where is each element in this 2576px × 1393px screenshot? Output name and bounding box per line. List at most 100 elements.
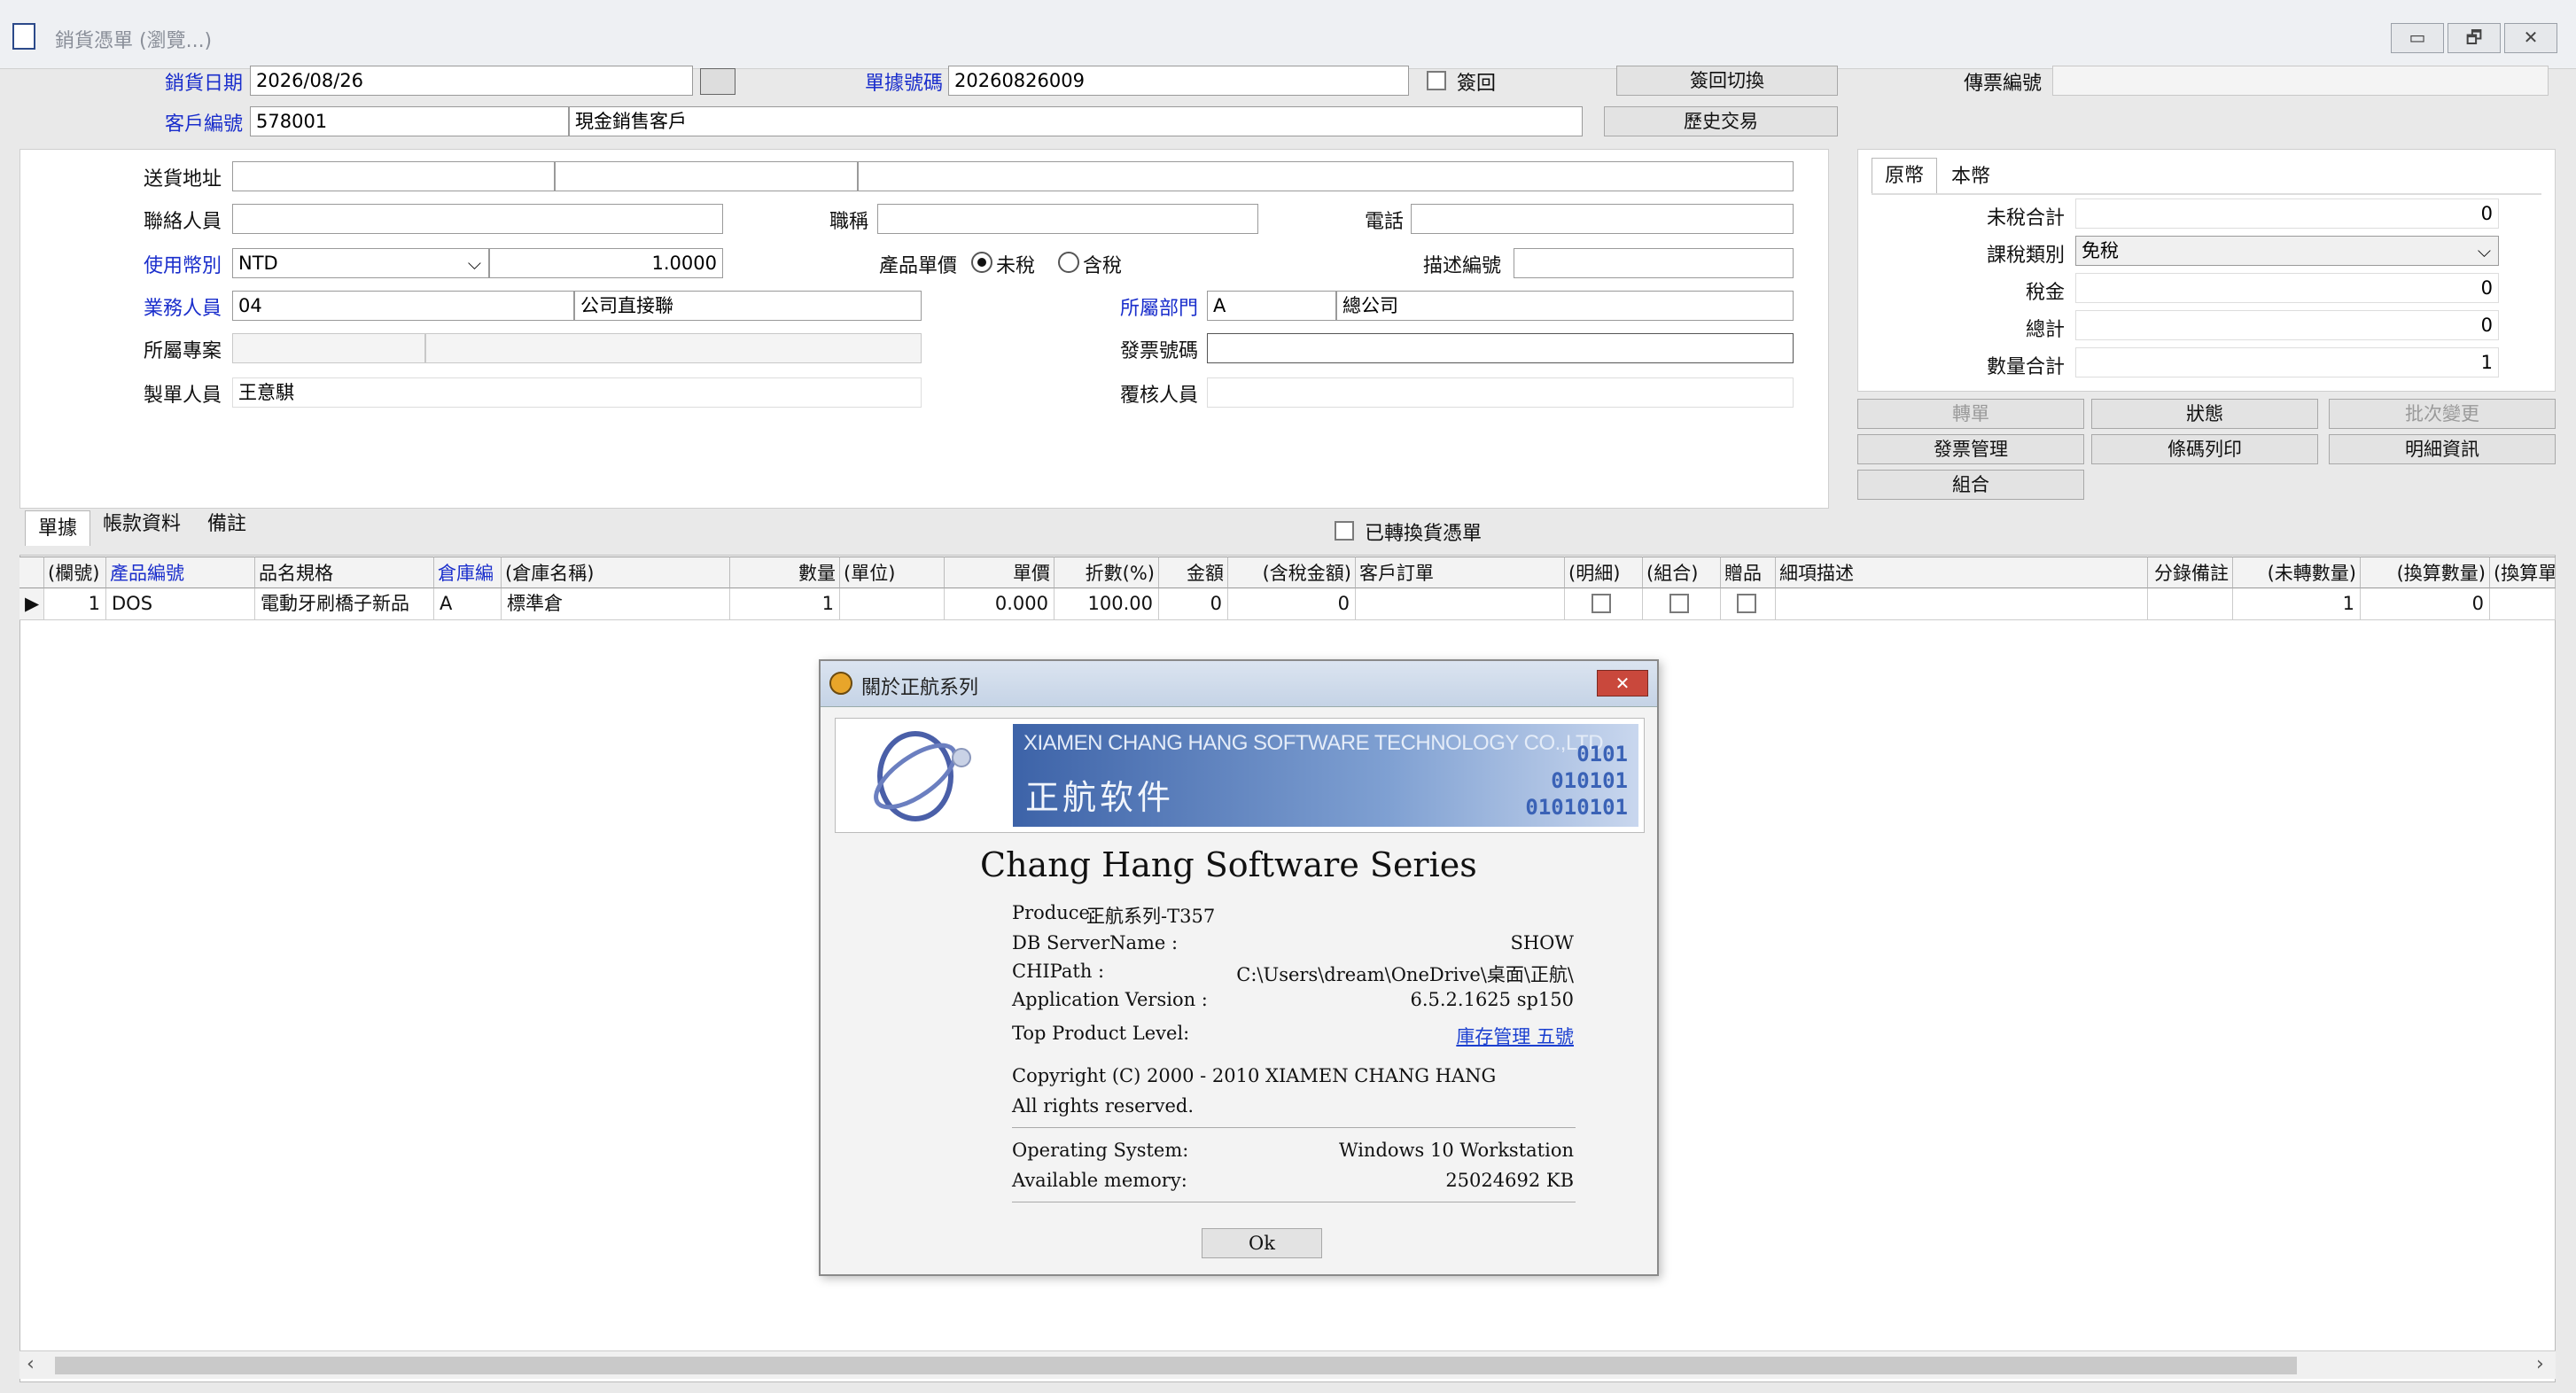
detail-info-button[interactable]: 明細資訊 (2329, 434, 2556, 464)
invoice-field[interactable] (1207, 333, 1794, 363)
col-product[interactable]: 產品編號 (106, 556, 255, 588)
ship-addr-field[interactable] (232, 161, 555, 191)
col-unit[interactable]: (單位) (840, 556, 945, 588)
minimize-button[interactable]: ▭ (2391, 23, 2444, 53)
cell-name[interactable]: 電動牙刷橋子新品 (255, 588, 434, 620)
cell-customer-order[interactable] (1356, 588, 1565, 620)
col-amount-tax[interactable]: (含稅金額) (1228, 556, 1356, 588)
cell-unconverted[interactable]: 1 (2233, 588, 2361, 620)
sales-code-field[interactable]: 04 (232, 291, 574, 321)
chevron-down-icon: ⌵ (467, 253, 481, 274)
cell-price[interactable]: 0.000 (945, 588, 1055, 620)
cell-unit[interactable] (840, 588, 945, 620)
col-converted-qty[interactable]: (換算數量) (2361, 556, 2490, 588)
signback-switch-button[interactable]: 簽回切換 (1616, 66, 1838, 96)
col-wh-name[interactable]: (倉庫名稱) (502, 556, 730, 588)
chevron-down-icon: ⌵ (2477, 240, 2491, 261)
ship-addr-field-3[interactable] (858, 161, 1794, 191)
cell-wh-name[interactable]: 標準倉 (502, 588, 730, 620)
detail-checkbox[interactable] (1592, 594, 1611, 613)
date-field[interactable]: 2026/08/26 (250, 66, 693, 96)
invoice-mgmt-button[interactable]: 發票管理 (1857, 434, 2084, 464)
cell-item-desc[interactable] (1776, 588, 2148, 620)
converted-checkbox[interactable] (1335, 521, 1354, 541)
col-item-desc[interactable]: 細項描述 (1776, 556, 2148, 588)
barcode-print-button[interactable]: 條碼列印 (2091, 434, 2318, 464)
cell-amount-tax[interactable]: 0 (1228, 588, 1356, 620)
taxtype-label: 課稅類別 (1986, 245, 2065, 267)
combine-button[interactable]: 組合 (1857, 470, 2084, 500)
phone-field[interactable] (1411, 204, 1794, 234)
total-field: 0 (2075, 310, 2499, 340)
history-button[interactable]: 歷史交易 (1604, 106, 1838, 136)
title-field[interactable] (877, 204, 1258, 234)
dept-code-field[interactable]: A (1207, 291, 1336, 321)
calendar-icon[interactable] (700, 68, 735, 95)
col-unconverted[interactable]: (未轉數量) (2233, 556, 2361, 588)
cell-qty[interactable]: 1 (730, 588, 840, 620)
col-combine[interactable]: (組合) (1643, 556, 1721, 588)
voucher-field[interactable] (2052, 66, 2549, 96)
project-code-field[interactable] (232, 333, 425, 363)
cell-discount[interactable]: 100.00 (1055, 588, 1159, 620)
ship-addr-field-2[interactable] (555, 161, 858, 191)
contact-field[interactable] (232, 204, 723, 234)
batch-change-button[interactable]: 批次變更 (2329, 399, 2556, 429)
col-detail[interactable]: (明細) (1565, 556, 1643, 588)
price-incl-radio[interactable] (1058, 252, 1079, 273)
col-converted-unit[interactable]: (換算單 (2490, 556, 2556, 588)
project-label: 所屬專案 (143, 340, 222, 362)
cell-gift[interactable] (1721, 588, 1776, 620)
dialog-titlebar: 關於正航系列 ✕ (821, 661, 1657, 707)
scroll-thumb[interactable] (55, 1357, 2297, 1374)
col-qty[interactable]: 數量 (730, 556, 840, 588)
tab-notes[interactable]: 備註 (195, 507, 259, 542)
col-gift[interactable]: 贈品 (1721, 556, 1776, 588)
close-button[interactable]: ✕ (2504, 23, 2557, 53)
phone-label: 電話 (1364, 211, 1404, 233)
customer-code-field[interactable]: 578001 (250, 106, 569, 136)
cell-amount[interactable]: 0 (1159, 588, 1228, 620)
horizontal-scrollbar[interactable]: ‹ › (19, 1350, 2556, 1379)
qty-total-label: 數量合計 (1986, 356, 2065, 378)
col-wh-code[interactable]: 倉庫編 (434, 556, 502, 588)
gift-checkbox[interactable] (1737, 594, 1756, 613)
cell-converted-qty[interactable]: 0 (2361, 588, 2490, 620)
desc-code-field[interactable] (1514, 248, 1794, 278)
cell-entry-note[interactable] (2148, 588, 2233, 620)
signback-checkbox[interactable] (1427, 71, 1446, 90)
row-indicator[interactable]: ▶ (19, 588, 44, 620)
tab-payment[interactable]: 帳款資料 (90, 507, 193, 542)
status-button[interactable]: 狀態 (2091, 399, 2318, 429)
toplevel-link[interactable]: 庫存管理 五號 (1352, 1023, 1574, 1049)
exchange-rate-field[interactable]: 1.0000 (489, 248, 723, 278)
transfer-button[interactable]: 轉單 (1857, 399, 2084, 429)
price-excl-radio[interactable] (971, 252, 992, 273)
taxtype-select[interactable]: 免稅 ⌵ (2075, 236, 2499, 266)
cell-detail[interactable] (1565, 588, 1643, 620)
col-price[interactable]: 單價 (945, 556, 1055, 588)
col-customer-order[interactable]: 客戶訂單 (1356, 556, 1565, 588)
cell-converted-unit[interactable] (2490, 588, 2556, 620)
col-no[interactable]: (欄號) (44, 556, 106, 588)
cell-no[interactable]: 1 (44, 588, 106, 620)
tab-document[interactable]: 單據 (25, 510, 91, 546)
tab-local-currency[interactable]: 本幣 (1939, 160, 2003, 195)
tab-original-currency[interactable]: 原幣 (1872, 158, 1938, 193)
col-discount[interactable]: 折數(%) (1055, 556, 1159, 588)
restore-button[interactable]: 🗗 (2448, 23, 2501, 53)
docno-field[interactable]: 20260826009 (948, 66, 1409, 96)
cell-combine[interactable] (1643, 588, 1721, 620)
col-amount[interactable]: 金額 (1159, 556, 1228, 588)
scroll-left-icon[interactable]: ‹ (27, 1353, 35, 1375)
col-entry-note[interactable]: 分錄備註 (2148, 556, 2233, 588)
currency-select[interactable]: NTD ⌵ (232, 248, 489, 278)
dialog-close-button[interactable]: ✕ (1597, 670, 1648, 696)
cell-wh-code[interactable]: A (434, 588, 502, 620)
col-name[interactable]: 品名規格 (255, 556, 434, 588)
scroll-right-icon[interactable]: › (2536, 1353, 2544, 1375)
ok-button[interactable]: Ok (1202, 1228, 1322, 1258)
cell-product[interactable]: DOS (106, 588, 255, 620)
chipath-label: CHIPath : (1012, 961, 1105, 982)
combine-checkbox[interactable] (1669, 594, 1689, 613)
